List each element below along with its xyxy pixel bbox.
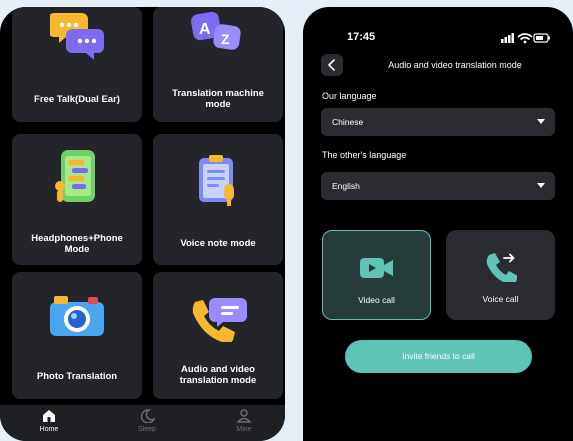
our-language-value: Chinese	[332, 117, 364, 127]
free-talk-card[interactable]: Free Talk(Dual Ear)	[12, 7, 142, 122]
phone-chat-icon	[55, 150, 95, 202]
card-label: Photo Translation	[36, 371, 118, 382]
card-label: Audio and video translation mode	[179, 364, 257, 386]
audio-video-translation-card[interactable]: Audio and video translation mode	[153, 272, 283, 399]
voice-call-button[interactable]: Voice call	[446, 230, 555, 320]
caret-down-icon	[537, 119, 545, 124]
video-call-button[interactable]: Video call	[322, 230, 431, 320]
other-language-value: English	[332, 181, 360, 191]
card-label: Translation machine mode	[172, 88, 264, 110]
bottom-tab-bar: Home Sleep Mine	[0, 405, 285, 441]
card-label: Headphones+Phone Mode	[31, 233, 123, 255]
back-button[interactable]	[321, 54, 343, 76]
chevron-left-icon	[328, 59, 335, 71]
card-label: Free Talk(Dual Ear)	[34, 94, 120, 105]
tab-label: Mine	[236, 426, 252, 433]
other-language-label: The other's language	[322, 150, 407, 160]
status-time: 17:45	[347, 31, 376, 43]
video-camera-icon	[360, 258, 393, 278]
moon-icon	[140, 409, 155, 423]
tab-home[interactable]: Home	[19, 405, 79, 441]
signal-icon	[501, 33, 514, 43]
video-call-label: Video call	[358, 295, 395, 305]
photo-translation-card[interactable]: Photo Translation	[12, 272, 142, 399]
our-language-select[interactable]: Chinese	[321, 108, 555, 136]
voice-call-label: Voice call	[482, 294, 519, 304]
invite-friends-label: Invite friends to call	[402, 351, 475, 361]
mode-selection-screen: Free Talk(Dual Ear) A Z Translation mach…	[0, 7, 285, 441]
tab-sleep[interactable]: Sleep	[117, 405, 177, 441]
svg-text:Z: Z	[221, 31, 230, 47]
tab-mine[interactable]: Mine	[214, 405, 274, 441]
camera-icon	[50, 296, 104, 336]
phone-message-icon	[192, 298, 247, 342]
caret-down-icon	[537, 183, 545, 188]
phone-forward-icon	[486, 253, 517, 282]
home-icon	[43, 410, 55, 422]
headphones-phone-card[interactable]: Headphones+Phone Mode	[12, 134, 142, 265]
notepad-microphone-icon	[199, 155, 234, 206]
wifi-icon	[517, 33, 533, 44]
battery-icon	[533, 33, 550, 43]
translation-machine-card[interactable]: A Z Translation machine mode	[153, 7, 283, 122]
card-label: Voice note mode	[180, 238, 256, 249]
chat-bubbles-icon	[50, 13, 104, 60]
our-language-label: Our language	[322, 91, 377, 101]
page-title: Audio and video translation mode	[388, 60, 522, 70]
svg-text:A: A	[199, 21, 211, 38]
translate-icon: A Z	[191, 11, 241, 50]
tab-label: Home	[39, 426, 59, 433]
other-language-select[interactable]: English	[321, 172, 555, 200]
invite-friends-button[interactable]: Invite friends to call	[345, 340, 532, 373]
audio-video-translation-screen: 17:45 Audio and video translation mode O…	[303, 7, 573, 441]
voice-note-card[interactable]: Voice note mode	[153, 134, 283, 265]
user-icon	[236, 409, 252, 423]
status-icons	[501, 33, 550, 44]
tab-label: Sleep	[138, 426, 156, 433]
